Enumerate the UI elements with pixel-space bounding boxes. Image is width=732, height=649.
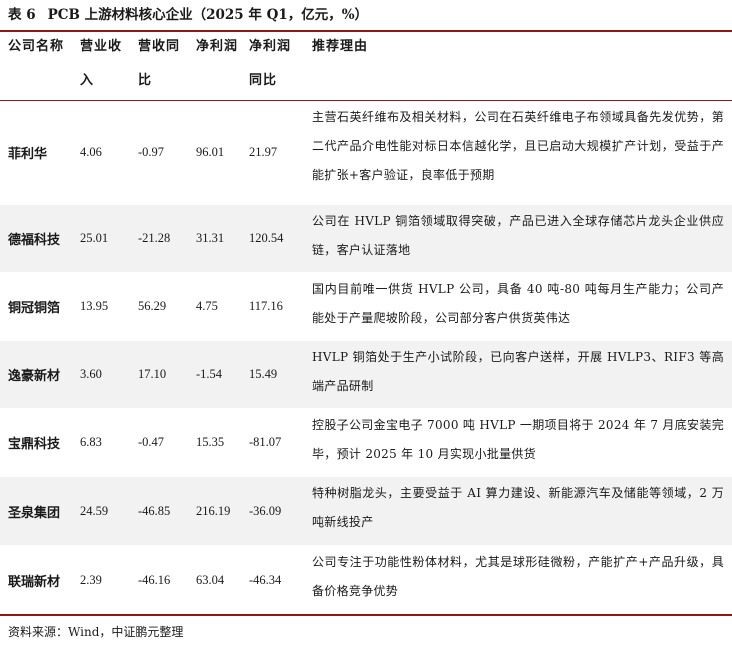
profit-yoy-cell: -36.09 — [249, 503, 282, 518]
header-revenue: 营业收入 — [80, 39, 123, 88]
net-profit-cell: -1.54 — [196, 367, 223, 381]
reason-cell: 公司专注于功能性粉体材料，尤其是球形硅微粉，产能扩产+产品升级，具备价格竞争优势 — [312, 555, 724, 598]
reason-cell: 公司在 HVLP 铜箔领域取得突破，产品已进入全球存储芯片龙头企业供应链，客户认… — [312, 214, 724, 257]
revenue-cell: 25.01 — [80, 231, 109, 245]
net-profit-cell: 63.04 — [196, 572, 225, 587]
table-row: 德福科技 25.01 -21.28 31.31 120.54 公司在 HVLP 铜箔领域取… — [0, 205, 732, 272]
profit-yoy-cell: 15.49 — [249, 367, 278, 381]
table-bottom-rule — [0, 614, 732, 616]
revenue-yoy-cell: -0.47 — [138, 435, 165, 449]
company-cell: 逸豪新材 — [8, 369, 61, 384]
table-row: 菲利华 4.06 -0.97 96.01 21.97 主营石英纤维布及相关材料，公司在石英… — [0, 101, 732, 204]
profit-yoy-cell: 117.16 — [249, 299, 283, 313]
profit-yoy-cell: 120.54 — [249, 231, 284, 245]
table-row: 宝鼎科技 6.83 -0.47 15.35 -81.07 控股子公司金宝电子 7000 吨… — [0, 409, 732, 476]
reason-cell: 特种树脂龙头，主要受益于 AI 算力建设、新能源汽车及储能等领域，2 万吨新线投… — [312, 486, 724, 529]
revenue-cell: 13.95 — [80, 299, 109, 313]
net-profit-cell: 31.31 — [196, 231, 225, 245]
reason-cell: 主营石英纤维布及相关材料，公司在石英纤维电子布领域具备先发优势，第二代产品介电性… — [312, 110, 724, 182]
company-cell: 铜冠铜箔 — [8, 301, 61, 316]
revenue-yoy-cell: 56.29 — [138, 299, 167, 313]
net-profit-cell: 216.19 — [196, 503, 231, 518]
table-source: 资料来源：Wind，中证鹏元整理 — [8, 625, 184, 639]
table-header: 公司名称 营业收入 营收同比 净利润 净利润同比 推荐理由 — [0, 30, 732, 100]
net-profit-cell: 4.75 — [196, 299, 218, 313]
profit-yoy-cell: 21.97 — [249, 145, 278, 159]
reason-cell: 国内目前唯一供货 HVLP 公司，具备 40 吨-80 吨每月生产能力；公司产能… — [312, 282, 724, 325]
table-label: 表 6 — [8, 7, 36, 23]
revenue-cell: 3.60 — [80, 367, 102, 381]
profit-yoy-cell: -46.34 — [249, 572, 282, 587]
revenue-cell: 6.83 — [80, 435, 102, 449]
revenue-yoy-cell: -0.97 — [138, 145, 165, 159]
header-profit-yoy: 净利润同比 — [249, 39, 292, 88]
revenue-yoy-cell: -46.85 — [138, 503, 171, 518]
table-row: 逸豪新材 3.60 17.10 -1.54 15.49 HVLP 铜箔处于生产小试阶段，已… — [0, 341, 732, 408]
header-reason: 推荐理由 — [312, 39, 369, 54]
reason-cell: HVLP 铜箔处于生产小试阶段，已向客户送样，开展 HVLP3、RIF3 等高端… — [312, 350, 724, 393]
company-cell: 圣泉集团 — [8, 505, 61, 521]
revenue-yoy-cell: 17.10 — [138, 367, 167, 381]
table-caption: 表 6 PCB 上游材料核心企业（2025 年 Q1，亿元，%） — [8, 4, 368, 26]
company-cell: 德福科技 — [8, 233, 61, 248]
table-row: 联瑞新材 2.39 -46.16 63.04 -46.34 公司专注于功能性粉体材料，尤其… — [0, 546, 732, 614]
revenue-cell: 2.39 — [80, 572, 102, 587]
reason-cell: 控股子公司金宝电子 7000 吨 HVLP 一期项目将于 2024 年 7 月底… — [312, 418, 724, 461]
header-company: 公司名称 — [8, 39, 65, 54]
revenue-cell: 24.59 — [80, 503, 109, 518]
revenue-yoy-cell: -21.28 — [138, 231, 171, 245]
profit-yoy-cell: -81.07 — [249, 435, 282, 449]
company-cell: 宝鼎科技 — [8, 437, 61, 452]
header-net-profit: 净利润 — [196, 39, 239, 54]
net-profit-cell: 15.35 — [196, 435, 225, 449]
company-cell: 菲利华 — [8, 147, 48, 162]
table-row: 铜冠铜箔 13.95 56.29 4.75 117.16 国内目前唯一供货 HVLP 公司… — [0, 273, 732, 340]
net-profit-cell: 96.01 — [196, 145, 225, 159]
table-title: PCB 上游材料核心企业（2025 年 Q1，亿元，%） — [47, 7, 369, 23]
revenue-yoy-cell: -46.16 — [138, 572, 171, 587]
revenue-cell: 4.06 — [80, 145, 102, 159]
company-cell: 联瑞新材 — [8, 574, 61, 590]
header-revenue-yoy: 营收同比 — [138, 39, 181, 88]
table-row: 圣泉集团 24.59 -46.85 216.19 -36.09 特种树脂龙头，主要受益于 … — [0, 477, 732, 545]
